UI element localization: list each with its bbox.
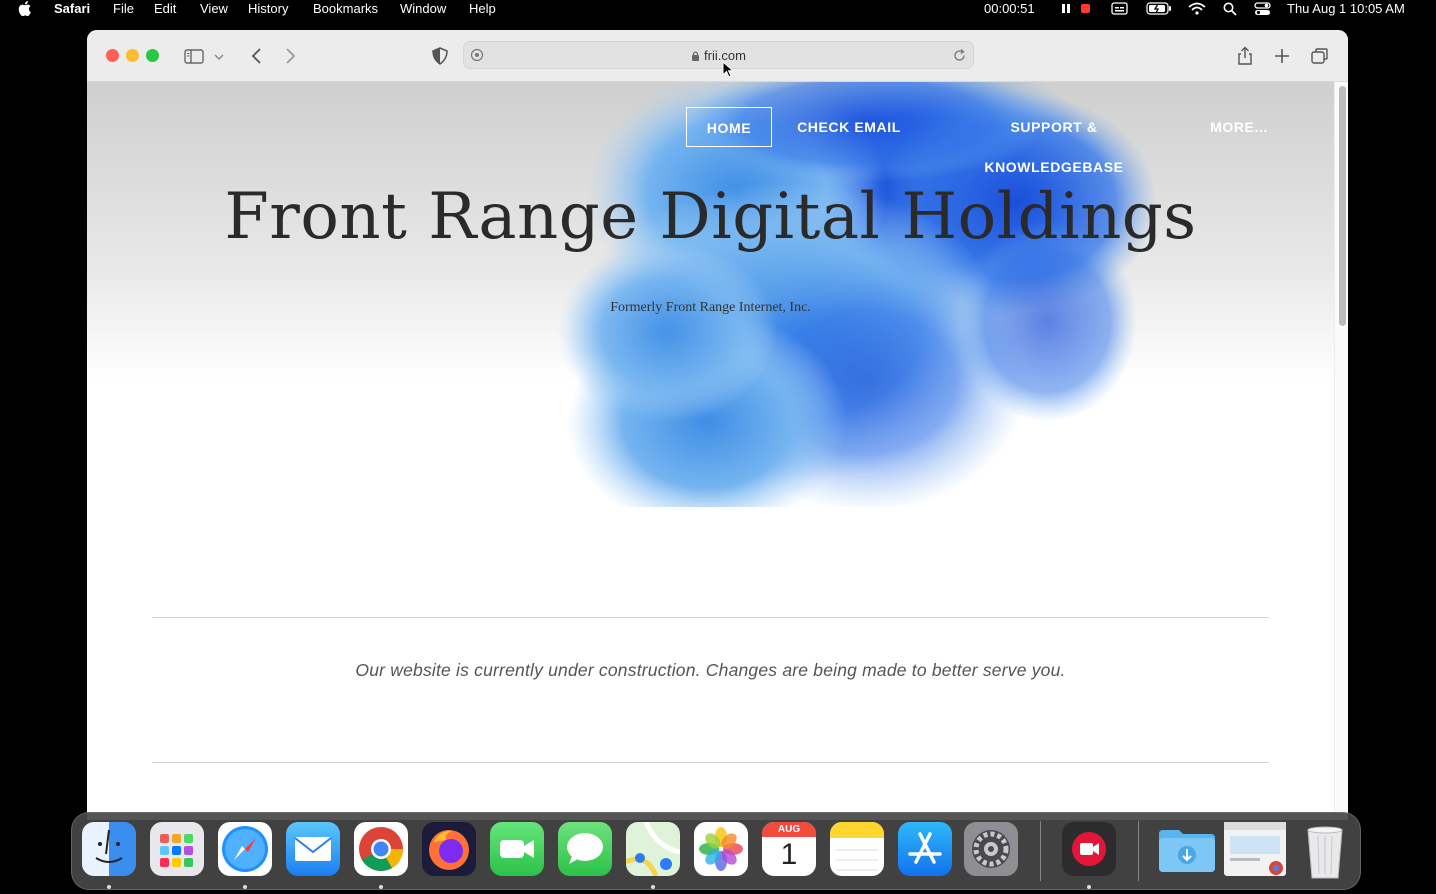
sidebar-toggle-icon[interactable] xyxy=(184,46,204,66)
nav-support-knowledgebase[interactable]: SUPPORT & KNOWLEDGEBASE xyxy=(939,107,1169,175)
back-arrow-icon[interactable] xyxy=(247,46,267,66)
finder-icon[interactable] xyxy=(82,822,136,876)
forward-arrow-icon[interactable] xyxy=(280,46,300,66)
calendar-day: 1 xyxy=(780,838,798,871)
photos-icon[interactable] xyxy=(694,822,748,876)
maps-icon[interactable] xyxy=(624,821,681,878)
pause-icon[interactable] xyxy=(1061,2,1071,14)
close-window-button[interactable] xyxy=(106,49,119,62)
control-center-icon[interactable] xyxy=(1254,2,1271,16)
calendar-month: AUG xyxy=(762,822,816,837)
url-text[interactable]: frii.com xyxy=(464,48,973,63)
site-navigation: HOME CHECK EMAIL SUPPORT & KNOWLEDGEBASE… xyxy=(87,107,1334,175)
launchpad-icon[interactable] xyxy=(150,822,204,876)
app-menu-safari[interactable]: Safari xyxy=(54,1,90,17)
recorder-running-indicator xyxy=(1087,885,1091,889)
safari-running-indicator xyxy=(243,885,247,889)
spotlight-search-icon[interactable] xyxy=(1223,2,1237,16)
dock: AUG 1 xyxy=(71,812,1361,890)
menubar-clock[interactable]: Thu Aug 1 10:05 AM xyxy=(1287,1,1405,17)
notes-icon[interactable] xyxy=(830,822,884,876)
chevron-down-icon[interactable] xyxy=(213,46,225,66)
battery-icon[interactable] xyxy=(1146,2,1172,15)
menu-history[interactable]: History xyxy=(248,1,288,17)
minimize-window-button[interactable] xyxy=(126,49,139,62)
construction-notice: Our website is currently under construct… xyxy=(355,660,1066,680)
tab-overview-icon[interactable] xyxy=(1310,46,1330,66)
site-title: Front Range Digital Holdings xyxy=(224,180,1197,254)
hero-banner: HOME CHECK EMAIL SUPPORT & KNOWLEDGEBASE… xyxy=(87,82,1334,507)
app-store-icon[interactable] xyxy=(898,822,952,876)
nav-home[interactable]: HOME xyxy=(686,107,772,147)
mouse-cursor-icon xyxy=(722,61,734,78)
safari-window: frii.com HOME CHECK EMAIL SUPPORT & KNOW… xyxy=(87,30,1348,820)
facetime-icon[interactable] xyxy=(490,822,544,876)
chrome-window-thumbnail[interactable] xyxy=(1224,822,1286,876)
web-page: HOME CHECK EMAIL SUPPORT & KNOWLEDGEBASE… xyxy=(87,82,1334,820)
lock-icon xyxy=(692,51,700,61)
firefox-icon[interactable] xyxy=(422,822,476,876)
stop-recording-icon[interactable] xyxy=(1080,2,1091,14)
page-scrollbar[interactable] xyxy=(1334,82,1348,820)
calendar-icon[interactable]: AUG 1 xyxy=(762,822,816,876)
reload-icon[interactable] xyxy=(952,48,967,63)
menu-help[interactable]: Help xyxy=(469,1,496,17)
dock-separator xyxy=(1040,821,1041,881)
menu-window[interactable]: Window xyxy=(400,1,446,17)
nav-more[interactable]: MORE... xyxy=(1199,107,1279,147)
menu-bar: Safari File Edit View History Bookmarks … xyxy=(0,0,1436,18)
menu-bookmarks[interactable]: Bookmarks xyxy=(313,1,378,17)
scrollbar-thumb[interactable] xyxy=(1339,86,1346,326)
safari-icon[interactable] xyxy=(218,822,272,876)
mail-icon[interactable] xyxy=(286,822,340,876)
finder-running-indicator xyxy=(107,885,111,889)
nav-check-email[interactable]: CHECK EMAIL xyxy=(787,107,911,147)
maps-running-indicator xyxy=(651,885,655,889)
address-bar[interactable]: frii.com xyxy=(463,41,974,69)
messages-icon[interactable] xyxy=(558,822,612,876)
wifi-icon[interactable] xyxy=(1188,2,1206,15)
apple-menu-icon[interactable] xyxy=(18,1,32,16)
site-subtitle: Formerly Front Range Internet, Inc. xyxy=(610,300,811,315)
menu-file[interactable]: File xyxy=(113,1,134,17)
system-settings-icon[interactable] xyxy=(964,822,1018,876)
browser-toolbar: frii.com xyxy=(87,30,1348,82)
chrome-running-indicator xyxy=(379,885,383,889)
chrome-icon[interactable] xyxy=(354,822,408,876)
zoom-window-button[interactable] xyxy=(146,49,159,62)
new-tab-plus-icon[interactable] xyxy=(1272,46,1292,66)
screen-recorder-icon[interactable] xyxy=(1062,822,1116,876)
dock-separator-2 xyxy=(1138,821,1139,881)
privacy-shield-icon[interactable] xyxy=(430,46,450,66)
divider-bottom xyxy=(152,762,1269,763)
recording-timer: 00:00:51 xyxy=(984,1,1035,16)
menu-view[interactable]: View xyxy=(200,1,228,17)
downloads-folder-icon[interactable] xyxy=(1157,822,1217,876)
divider-top xyxy=(152,617,1269,618)
menu-edit[interactable]: Edit xyxy=(154,1,176,17)
trash-icon[interactable] xyxy=(1298,822,1352,879)
captions-icon[interactable] xyxy=(1111,2,1128,15)
share-icon[interactable] xyxy=(1235,46,1255,66)
